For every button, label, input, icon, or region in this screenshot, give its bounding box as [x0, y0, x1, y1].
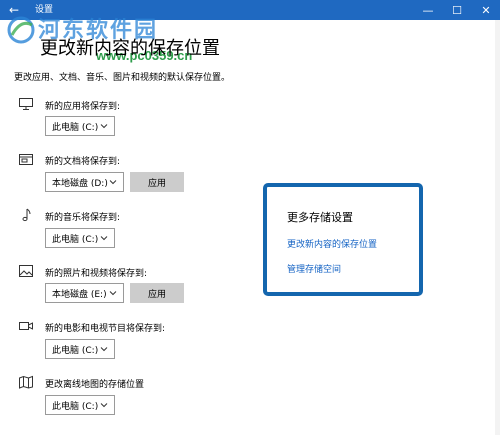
documents-apply-button[interactable]: 应用	[130, 172, 184, 192]
documents-save-label: 新的文档将保存到:	[45, 157, 121, 167]
monitor-icon	[19, 98, 33, 110]
chevron-down-icon	[100, 124, 108, 129]
more-storage-settings-title: 更多存储设置	[287, 211, 353, 224]
apps-save-label: 新的应用将保存到:	[45, 102, 121, 112]
maps-drive-select[interactable]: 此电脑 (C:)	[45, 395, 115, 415]
chevron-down-icon	[100, 347, 108, 352]
movies-drive-value: 此电脑 (C:)	[52, 345, 99, 356]
music-drive-value: 此电脑 (C:)	[52, 234, 99, 245]
documents-drive-value: 本地磁盘 (D:)	[52, 178, 108, 189]
maps-save-label: 更改离线地图的存储位置	[45, 380, 145, 390]
photos-save-label: 新的照片和视频将保存到:	[45, 269, 148, 279]
more-storage-settings-panel: 更多存储设置 更改新内容的保存位置 管理存储空间	[263, 183, 423, 296]
apps-drive-value: 此电脑 (C:)	[52, 122, 99, 133]
scrollbar[interactable]	[495, 20, 500, 435]
chevron-down-icon	[109, 180, 117, 185]
map-icon	[19, 375, 33, 389]
chevron-down-icon	[109, 291, 117, 296]
music-note-icon	[22, 208, 31, 222]
page-description: 更改应用、文档、音乐、图片和视频的默认保存位置。	[14, 73, 231, 83]
music-save-label: 新的音乐将保存到:	[45, 213, 121, 223]
chevron-down-icon	[100, 403, 108, 408]
apps-drive-select[interactable]: 此电脑 (C:)	[45, 116, 115, 136]
close-button[interactable]: ✕	[472, 0, 500, 20]
video-camera-icon	[19, 322, 33, 330]
chevron-down-icon	[100, 236, 108, 241]
picture-icon	[19, 265, 33, 277]
photos-drive-value: 本地磁盘 (E:)	[52, 289, 107, 300]
photos-drive-select[interactable]: 本地磁盘 (E:)	[45, 283, 124, 303]
page-title: 更改新内容的保存位置	[40, 38, 220, 59]
documents-drive-select[interactable]: 本地磁盘 (D:)	[45, 172, 124, 192]
change-save-location-link[interactable]: 更改新内容的保存位置	[287, 237, 377, 250]
music-drive-select[interactable]: 此电脑 (C:)	[45, 228, 115, 248]
movies-save-label: 新的电影和电视节目将保存到:	[45, 324, 166, 334]
photos-apply-button[interactable]: 应用	[130, 283, 184, 303]
minimize-button[interactable]: —	[414, 0, 442, 20]
movies-drive-select[interactable]: 此电脑 (C:)	[45, 339, 115, 359]
document-folder-icon	[19, 154, 33, 165]
manage-storage-space-link[interactable]: 管理存储空间	[287, 262, 341, 275]
watermark-logo-icon	[7, 16, 35, 44]
maximize-button[interactable]: ☐	[443, 0, 471, 20]
maps-drive-value: 此电脑 (C:)	[52, 401, 99, 412]
